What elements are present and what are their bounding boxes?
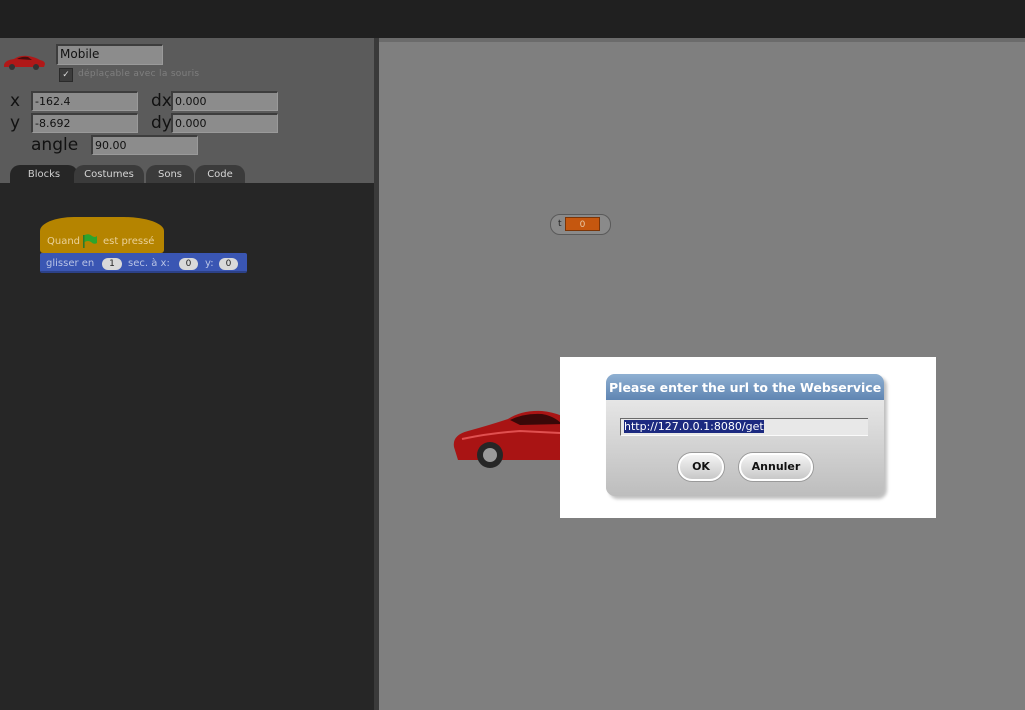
glide-text-3: y: (205, 258, 214, 269)
url-input[interactable]: http://127.0.0.1:8080/get (620, 418, 868, 436)
draggable-checkbox[interactable]: ✓ (59, 68, 73, 82)
watcher-value: 0 (565, 217, 600, 231)
dialog-body (606, 400, 884, 496)
top-bar (0, 0, 1025, 38)
glide-x-slot[interactable]: 0 (179, 258, 198, 270)
tab-code[interactable]: Code (195, 165, 245, 183)
draggable-label: déplaçable avec la souris (78, 69, 200, 79)
cancel-button[interactable]: Annuler (739, 453, 813, 481)
y-input[interactable]: -8.692 (31, 113, 138, 133)
angle-label: angle (31, 135, 79, 155)
watcher-label: t (558, 219, 562, 229)
glide-seconds-slot[interactable]: 1 (102, 258, 122, 270)
tab-sons[interactable]: Sons (146, 165, 194, 183)
hat-block-text-pressed: est pressé (103, 236, 155, 247)
url-input-text: http://127.0.0.1:8080/get (624, 420, 764, 433)
angle-input[interactable]: 90.00 (91, 135, 198, 155)
sprite-thumbnail-car-icon[interactable] (2, 54, 46, 70)
dialog-title[interactable]: Please enter the url to the Webservice (606, 374, 884, 400)
dx-input[interactable]: 0.000 (171, 91, 278, 111)
y-label: y (10, 113, 21, 133)
dx-label: dx (151, 91, 172, 111)
dy-input[interactable]: 0.000 (171, 113, 278, 133)
glide-text-1: glisser en (46, 258, 95, 269)
green-flag-icon (83, 234, 97, 248)
x-input[interactable]: -162.4 (31, 91, 138, 111)
tab-blocks[interactable]: Blocks (10, 165, 78, 183)
ok-button[interactable]: OK (678, 453, 724, 481)
when-flag-clicked-block[interactable] (40, 217, 164, 253)
tab-costumes[interactable]: Costumes (74, 165, 144, 183)
x-label: x (10, 91, 21, 111)
glide-text-2: sec. à x: (128, 258, 170, 269)
dy-label: dy (151, 113, 172, 133)
glide-y-slot[interactable]: 0 (219, 258, 238, 270)
hat-block-text-when: Quand (47, 236, 81, 247)
sprite-name-input[interactable]: Mobile (56, 44, 163, 65)
